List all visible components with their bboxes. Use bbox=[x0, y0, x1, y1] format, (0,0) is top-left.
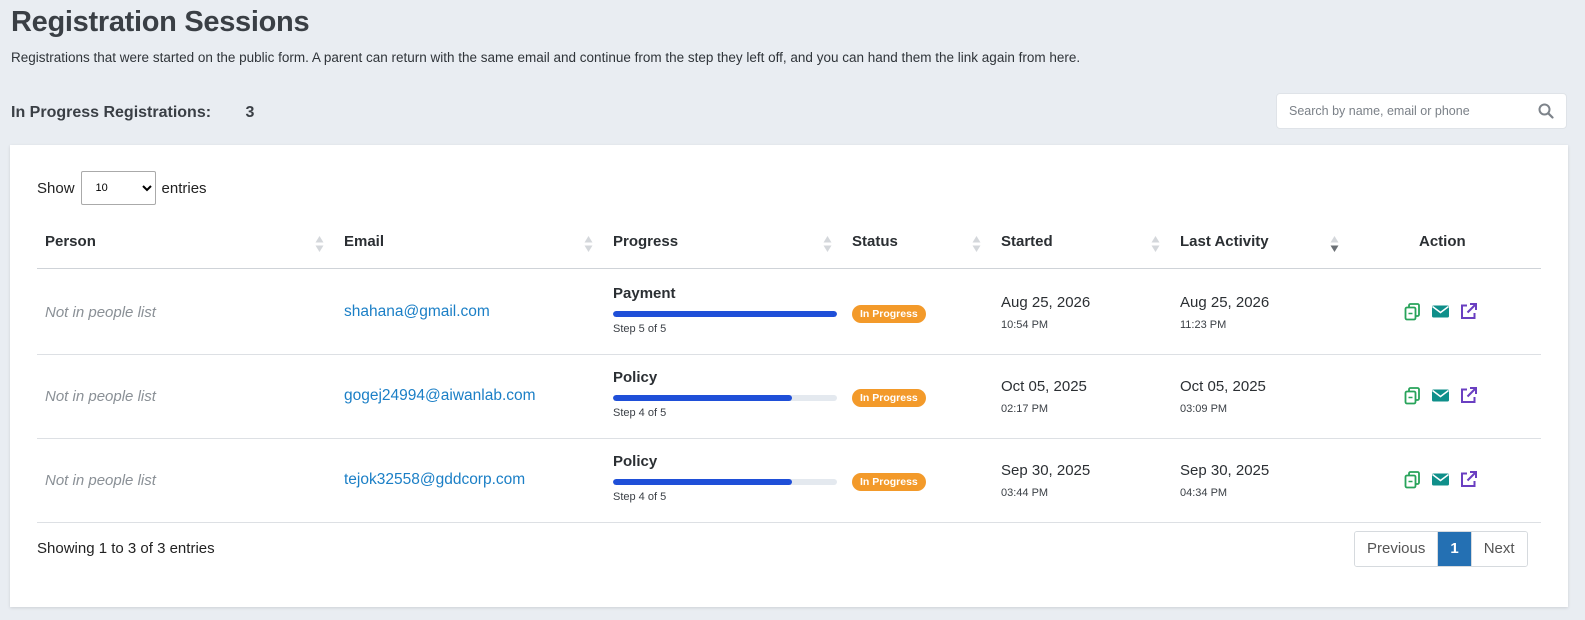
sort-icon[interactable] bbox=[584, 235, 593, 253]
progress-bar bbox=[613, 395, 837, 401]
next-page-button[interactable]: Next bbox=[1470, 532, 1527, 566]
last-activity-date: Oct 05, 2025 bbox=[1180, 378, 1266, 395]
sort-desc-icon[interactable] bbox=[1330, 235, 1339, 253]
sort-icon[interactable] bbox=[972, 235, 981, 253]
column-started[interactable]: Started bbox=[1001, 225, 1053, 269]
copy-link-icon[interactable] bbox=[1403, 386, 1422, 405]
progress-label: Policy bbox=[613, 453, 658, 470]
external-link-icon[interactable] bbox=[1459, 470, 1478, 489]
email-icon[interactable] bbox=[1431, 302, 1450, 321]
progress-fill bbox=[613, 311, 837, 317]
progress-step: Step 5 of 5 bbox=[613, 323, 667, 335]
progress-fill bbox=[613, 479, 793, 485]
in-progress-count: In Progress Registrations: 3 bbox=[11, 104, 254, 122]
started-time: 02:17 PM bbox=[1001, 403, 1049, 415]
external-link-icon[interactable] bbox=[1459, 386, 1478, 405]
table-row: Not in people list shahana@gmail.com Pay… bbox=[37, 270, 1541, 355]
email-link[interactable]: shahana@gmail.com bbox=[344, 303, 490, 321]
started-time: 10:54 PM bbox=[1001, 319, 1049, 331]
column-progress[interactable]: Progress bbox=[613, 225, 678, 269]
status-badge: In Progress bbox=[852, 473, 926, 491]
pagination: Previous 1 Next bbox=[1354, 531, 1528, 567]
person-cell: Not in people list bbox=[45, 472, 156, 489]
email-link[interactable]: gogej24994@aiwanlab.com bbox=[344, 387, 536, 405]
last-activity-date: Aug 25, 2026 bbox=[1180, 294, 1270, 311]
progress-label: Policy bbox=[613, 369, 658, 386]
entries-length: Show 10 entries bbox=[37, 171, 207, 205]
count-value: 3 bbox=[245, 104, 255, 121]
sort-icon[interactable] bbox=[315, 235, 324, 253]
copy-link-icon[interactable] bbox=[1403, 470, 1422, 489]
previous-page-button[interactable]: Previous bbox=[1355, 532, 1439, 566]
entries-select[interactable]: 10 bbox=[80, 171, 156, 205]
started-date: Aug 25, 2026 bbox=[1001, 294, 1091, 311]
external-link-icon[interactable] bbox=[1459, 302, 1478, 321]
registrations-card: Show 10 entries Person Email Progress St… bbox=[10, 145, 1568, 607]
person-cell: Not in people list bbox=[45, 304, 156, 321]
table-header: Person Email Progress Status Started Las… bbox=[37, 225, 1541, 269]
person-cell: Not in people list bbox=[45, 388, 156, 405]
page-1-button[interactable]: 1 bbox=[1438, 532, 1471, 566]
last-activity-date: Sep 30, 2025 bbox=[1180, 462, 1270, 479]
last-activity-time: 03:09 PM bbox=[1180, 403, 1228, 415]
search-box bbox=[1276, 93, 1567, 129]
page-description: Registrations that were started on the p… bbox=[11, 50, 1081, 65]
column-status[interactable]: Status bbox=[852, 225, 898, 269]
table-row: Not in people list gogej24994@aiwanlab.c… bbox=[37, 354, 1541, 439]
status-badge: In Progress bbox=[852, 305, 926, 323]
sort-icon[interactable] bbox=[1151, 235, 1160, 253]
column-person[interactable]: Person bbox=[45, 225, 96, 269]
started-time: 03:44 PM bbox=[1001, 487, 1049, 499]
progress-fill bbox=[613, 395, 793, 401]
progress-step: Step 4 of 5 bbox=[613, 407, 667, 419]
started-date: Oct 05, 2025 bbox=[1001, 378, 1087, 395]
search-icon[interactable] bbox=[1538, 103, 1554, 119]
progress-label: Payment bbox=[613, 285, 676, 302]
copy-link-icon[interactable] bbox=[1403, 302, 1422, 321]
column-email[interactable]: Email bbox=[344, 225, 384, 269]
show-label: Show bbox=[37, 179, 75, 197]
row-actions bbox=[1403, 302, 1478, 321]
sort-icon[interactable] bbox=[823, 235, 832, 253]
row-actions bbox=[1403, 470, 1478, 489]
progress-bar bbox=[613, 311, 837, 317]
email-link[interactable]: tejok32558@gddcorp.com bbox=[344, 471, 525, 489]
page-title: Registration Sessions bbox=[11, 6, 310, 38]
last-activity-time: 04:34 PM bbox=[1180, 487, 1228, 499]
progress-step: Step 4 of 5 bbox=[613, 491, 667, 503]
count-label: In Progress Registrations: bbox=[11, 104, 212, 121]
last-activity-time: 11:23 PM bbox=[1180, 319, 1227, 331]
email-icon[interactable] bbox=[1431, 470, 1450, 489]
progress-bar bbox=[613, 479, 837, 485]
entries-label: entries bbox=[161, 179, 207, 197]
started-date: Sep 30, 2025 bbox=[1001, 462, 1091, 479]
row-actions bbox=[1403, 386, 1478, 405]
status-badge: In Progress bbox=[852, 389, 926, 407]
table-row: Not in people list tejok32558@gddcorp.co… bbox=[37, 438, 1541, 523]
column-last-activity[interactable]: Last Activity bbox=[1180, 225, 1269, 269]
table-info: Showing 1 to 3 of 3 entries bbox=[37, 540, 215, 557]
column-action: Action bbox=[1419, 233, 1466, 250]
email-icon[interactable] bbox=[1431, 386, 1450, 405]
search-input[interactable] bbox=[1277, 94, 1527, 128]
